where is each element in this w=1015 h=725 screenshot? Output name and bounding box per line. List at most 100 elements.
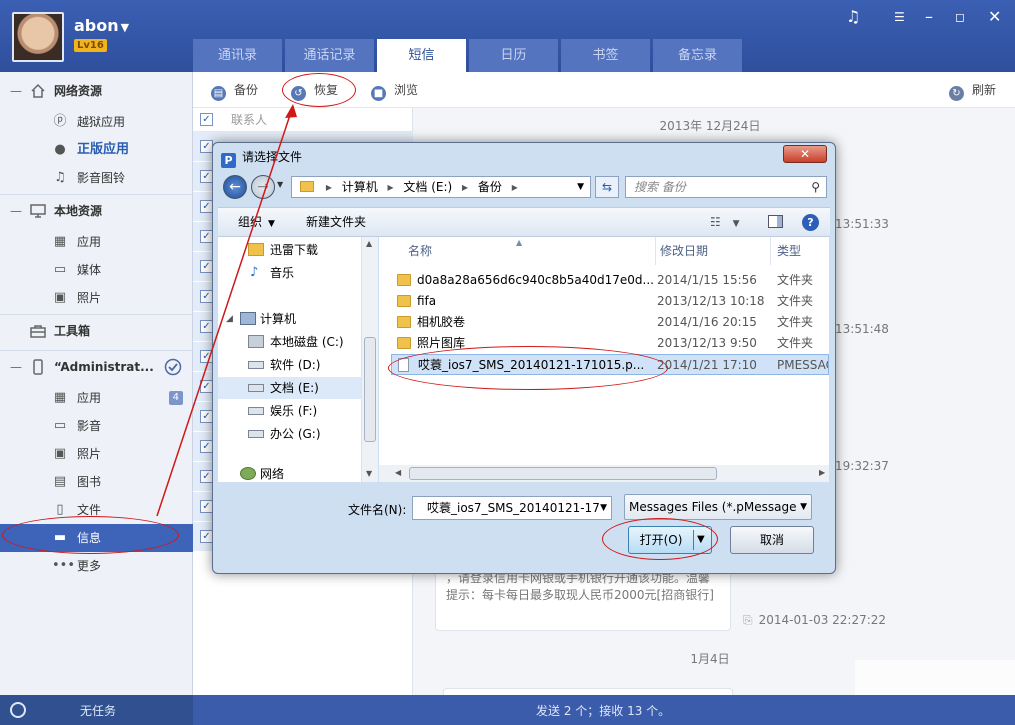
nav-item-music[interactable]: ♪ 音乐 (218, 262, 366, 284)
filetype-select[interactable]: Messages Files (*.pMessage ▼ (624, 494, 812, 520)
refresh-icon[interactable]: ⇆ (595, 176, 619, 198)
address-bar[interactable]: ▸ 计算机 ▸ 文档 (E:) ▸ 备份 ▸ ▼ (291, 176, 591, 198)
sidebar-item-local-photos[interactable]: ▣ 照片 (0, 284, 193, 312)
sidebar-item-device-files[interactable]: ▯ 文件 (0, 496, 193, 524)
organize-label: 组织 (238, 215, 263, 229)
power-icon[interactable] (10, 702, 26, 718)
backup-button[interactable]: ▤ 备份 (211, 72, 258, 108)
scroll-right-icon[interactable]: ▶ (819, 468, 825, 477)
file-row[interactable]: d0a8a28a656d6c940c8b5a40d17e0d... 2014/1… (391, 270, 829, 291)
select-all-checkbox[interactable]: ✓ (200, 113, 213, 126)
file-row[interactable]: 相机胶卷 2014/1/16 20:15 文件夹 (391, 312, 829, 333)
scroll-up-icon[interactable]: ▲ (366, 239, 372, 248)
collapse-icon[interactable]: — (10, 192, 22, 230)
restore-button[interactable]: ↺ 恢复 (291, 72, 338, 108)
section-toolbox[interactable]: 工具箱 (0, 312, 193, 350)
filename-dropdown-icon[interactable]: ▼ (600, 497, 607, 519)
view-options-icon[interactable]: ☷ ▼ (710, 208, 740, 238)
file-row[interactable]: 照片图库 2013/12/13 9:50 文件夹 (391, 333, 829, 354)
column-date[interactable]: 修改日期 (656, 237, 771, 265)
music-icon[interactable]: ♫ (846, 8, 860, 26)
filename-input[interactable]: 哎蓑_ios7_SMS_20140121-17 ▼ (412, 496, 612, 520)
section-local[interactable]: — 本地资源 (0, 192, 193, 230)
menu-icon[interactable]: ☰ (894, 8, 905, 26)
nav-item-drive-d[interactable]: 软件 (D:) (218, 354, 366, 376)
close-icon[interactable]: ✕ (988, 8, 1001, 26)
nav-item-computer[interactable]: ◢ 计算机 (218, 308, 366, 330)
search-icon[interactable]: ⚲ (811, 177, 820, 197)
scroll-thumb[interactable] (409, 467, 717, 480)
refresh-button[interactable]: ↻ 刷新 (949, 72, 996, 108)
scroll-thumb[interactable] (364, 337, 376, 442)
file-name: 相机胶卷 (417, 315, 466, 329)
tab-call-log[interactable]: 通话记录 (285, 39, 374, 72)
scroll-down-icon[interactable]: ▼ (366, 469, 372, 478)
folder-icon (300, 181, 314, 192)
avatar[interactable] (12, 12, 64, 62)
folder-icon (397, 295, 411, 307)
back-icon[interactable]: ← (223, 175, 247, 199)
recent-dropdown-icon[interactable]: ▼ (277, 180, 283, 189)
sidebar-item-local-apps[interactable]: ▦ 应用 (0, 228, 193, 256)
tab-sms[interactable]: 短信 (377, 39, 466, 72)
collapse-arrow-icon[interactable]: ◢ (226, 308, 233, 330)
collapse-icon[interactable]: — (10, 348, 22, 386)
section-network[interactable]: — 网络资源 (0, 72, 193, 110)
address-dropdown-icon[interactable]: ▼ (577, 177, 584, 197)
breadcrumb-computer[interactable]: 计算机 (342, 180, 378, 194)
check-circle-icon[interactable] (164, 358, 182, 376)
section-label: “Administrat... (54, 360, 154, 374)
new-folder-button[interactable]: 新建文件夹 (306, 208, 366, 236)
breadcrumb-drive[interactable]: 文档 (E:) (403, 180, 452, 194)
tab-bookmarks[interactable]: 书签 (561, 39, 650, 72)
sidebar-item-media[interactable]: ♫ 影音图铃 (0, 164, 193, 192)
nav-scrollbar[interactable]: ▲ ▼ (361, 237, 378, 482)
sidebar-item-device-photos[interactable]: ▣ 照片 (0, 440, 193, 468)
column-type[interactable]: 类型 (771, 237, 829, 265)
sidebar-item-messages[interactable]: ▬ 信息 (0, 524, 193, 552)
nav-item-drive-f[interactable]: 娱乐 (F:) (218, 400, 366, 422)
sidebar-item-device-books[interactable]: ▤ 图书 (0, 468, 193, 496)
file-row-selected[interactable]: 哎蓑_ios7_SMS_20140121-171015.p... 2014/1/… (391, 354, 829, 375)
maximize-icon[interactable]: ◻ (955, 8, 965, 26)
nav-item-xunlei[interactable]: 迅雷下载 (218, 239, 366, 261)
file-hscrollbar[interactable]: ◀ ▶ (379, 465, 829, 482)
search-input[interactable]: 搜索 备份 ⚲ (625, 176, 827, 198)
sidebar-item-local-media[interactable]: ▭ 媒体 (0, 256, 193, 284)
nav-item-drive-c[interactable]: 本地磁盘 (C:) (218, 331, 366, 353)
sidebar-item-more[interactable]: ••• 更多 (0, 552, 193, 580)
sidebar-item-genuine-apps[interactable]: ● 正版应用 (0, 136, 193, 164)
count-badge: 4 (168, 391, 183, 405)
browse-button[interactable]: ■ 浏览 (371, 72, 418, 108)
copy-icon[interactable]: ⎘ (743, 613, 753, 627)
tab-calendar[interactable]: 日历 (469, 39, 558, 72)
cancel-button[interactable]: 取消 (730, 526, 814, 554)
sidebar-item-device-media[interactable]: ▭ 影音 (0, 412, 193, 440)
chevron-down-icon: ▼ (120, 21, 130, 34)
sidebar-item-device-apps[interactable]: ▦ 应用 4 (0, 384, 193, 412)
column-name[interactable]: 名称 ▲ (396, 237, 656, 265)
minimize-icon[interactable]: – (925, 8, 933, 26)
open-button[interactable]: 打开(O) ▼ (628, 526, 712, 554)
tab-contacts[interactable]: 通讯录 (193, 39, 282, 72)
username-menu[interactable]: abon ▼ (74, 16, 129, 35)
preview-pane-icon[interactable] (768, 208, 783, 236)
sidebar-item-jailbreak-apps[interactable]: ⓟ 越狱应用 (0, 108, 193, 136)
organize-menu[interactable]: 组织 ▼ (238, 208, 275, 238)
command-bar: 组织 ▼ 新建文件夹 ☷ ▼ ? (218, 207, 830, 237)
forward-icon[interactable]: → (251, 175, 275, 199)
collapse-icon[interactable]: — (10, 72, 22, 110)
scroll-left-icon[interactable]: ◀ (395, 468, 401, 477)
section-device[interactable]: — “Administrat... (0, 348, 193, 386)
nav-item-network[interactable]: 网络 (218, 466, 366, 482)
help-icon[interactable]: ? (802, 214, 819, 231)
date-separator: 1月4日 (690, 652, 730, 666)
dialog-close-button[interactable]: ✕ (783, 145, 827, 163)
watermark-overlay (855, 660, 1015, 695)
nav-item-drive-g[interactable]: 办公 (G:) (218, 423, 366, 445)
open-dropdown-icon[interactable]: ▼ (697, 527, 705, 553)
breadcrumb-folder[interactable]: 备份 (478, 180, 502, 194)
tab-memo[interactable]: 备忘录 (653, 39, 742, 72)
file-row[interactable]: fifa 2013/12/13 10:18 文件夹 (391, 291, 829, 312)
nav-item-drive-e[interactable]: 文档 (E:) (218, 377, 366, 399)
